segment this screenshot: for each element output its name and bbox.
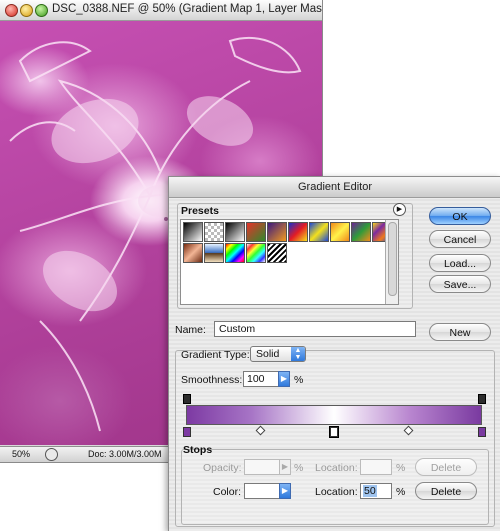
dialog-title: Gradient Editor [298,181,372,193]
preset-swatch-chrome[interactable] [204,243,224,263]
opacity-slider-arrow-icon[interactable]: ▶ [279,459,291,475]
name-input[interactable]: Custom [214,321,416,337]
presets-swatch-area [180,219,399,305]
status-info-icon[interactable] [45,448,58,461]
preset-swatch-black-white[interactable] [225,222,245,242]
opacity-label: Opacity: [203,462,242,474]
ok-button[interactable]: OK [429,207,491,225]
opacity-location-input[interactable] [360,459,392,475]
opacity-unit: % [294,462,304,474]
preset-swatch-red-green[interactable] [246,222,266,242]
gradient-type-select[interactable]: Solid ▲ ▼ [250,346,306,362]
preset-swatch-spectrum[interactable] [225,243,245,263]
preset-swatch-orange-yellow-orange[interactable] [330,222,350,242]
color-stop-selected[interactable] [329,426,339,438]
smoothness-unit: % [294,374,304,386]
preset-swatch-violet-orange[interactable] [267,222,287,242]
preset-swatch-copper[interactable] [183,243,203,263]
preset-swatch-blue-red-yellow[interactable] [288,222,308,242]
opacity-location-unit: % [396,462,406,474]
color-stop-right[interactable] [478,427,486,437]
preset-swatch-transparent-stripes[interactable] [267,243,287,263]
smoothness-slider-arrow-icon[interactable]: ▶ [278,371,290,387]
zoom-level-field[interactable]: 50% [3,448,48,460]
location-unit: % [396,486,406,498]
minimize-window-icon[interactable] [20,4,33,17]
opacity-stop-right[interactable] [478,394,486,404]
color-label: Color: [213,486,242,498]
gradient-type-value: Solid [256,348,280,360]
chevron-updown-icon: ▲ ▼ [291,347,305,361]
presets-scrollbar[interactable] [385,220,398,304]
gradient-type-label: Gradient Type: [181,349,250,361]
preset-swatch-foreground-to-background[interactable] [183,222,203,242]
opacity-location-label: Location: [315,462,358,474]
close-window-icon[interactable] [5,4,18,17]
gradient-preview-bar[interactable] [186,405,482,425]
preset-swatch-transparent-rainbow[interactable] [246,243,266,263]
name-label: Name: [175,324,206,336]
location-label: Location: [315,486,358,498]
presets-scroll-thumb[interactable] [388,222,397,296]
color-swatch[interactable] [244,483,280,499]
preset-swatch-blue-yellow-blue[interactable] [309,222,329,242]
dialog-titlebar[interactable]: Gradient Editor [169,177,500,198]
location-input[interactable]: 50 [360,483,392,499]
save-button[interactable]: Save... [429,275,491,293]
cancel-button[interactable]: Cancel [429,230,491,248]
document-title: DSC_0388.NEF @ 50% (Gradient Map 1, Laye… [52,3,323,15]
load-button[interactable]: Load... [429,254,491,272]
smoothness-label: Smoothness: [181,374,243,386]
document-size: Doc: 3.00M/3.00M [88,449,162,459]
color-menu-arrow-icon[interactable]: ▶ [279,483,291,499]
gradient-editor-dialog: Gradient Editor Presets ▶ OK Cancel Load… [168,176,500,531]
delete-opacity-stop-button[interactable]: Delete [415,458,477,476]
zoom-window-icon[interactable] [35,4,48,17]
presets-menu-arrow-icon[interactable]: ▶ [393,203,406,216]
preset-swatch-foreground-to-transparent[interactable] [204,222,224,242]
delete-color-stop-button[interactable]: Delete [415,482,477,500]
opacity-stop-left[interactable] [183,394,191,404]
opacity-input[interactable] [244,459,280,475]
color-stop-left[interactable] [183,427,191,437]
location-value: 50 [363,485,377,497]
document-titlebar[interactable]: DSC_0388.NEF @ 50% (Gradient Map 1, Laye… [0,0,322,21]
presets-label: Presets [181,205,219,217]
preset-swatch-violet-green-orange[interactable] [351,222,371,242]
smoothness-input[interactable]: 100 [243,371,279,387]
new-button[interactable]: New [429,323,491,341]
stops-label: Stops [183,444,213,456]
